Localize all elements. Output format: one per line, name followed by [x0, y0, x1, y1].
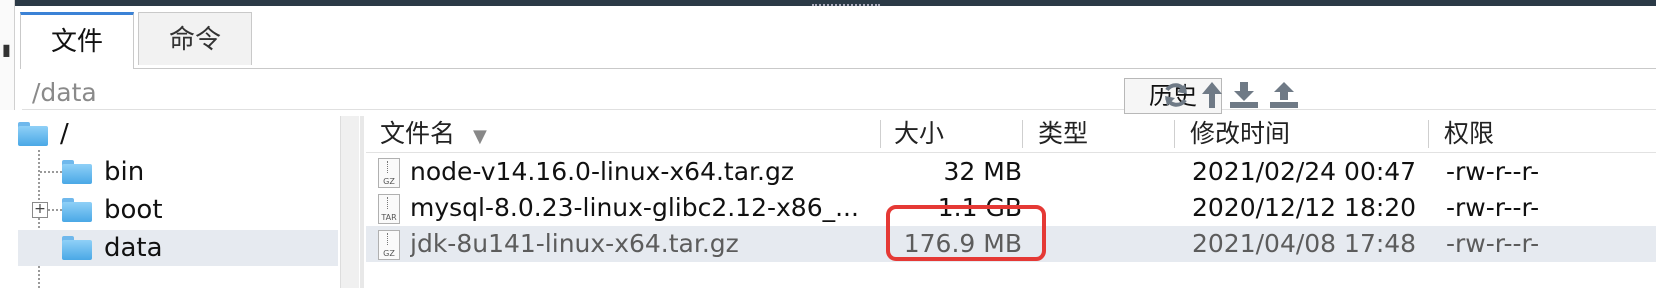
file-type — [1038, 190, 1158, 226]
file-type — [1038, 226, 1158, 262]
tab-commands[interactable]: 命令 — [138, 12, 252, 65]
tree-item-label: data — [104, 233, 163, 263]
file-list: 文件名 ▼ 大小 类型 修改时间 权限 GZ node-v14.16.0-lin… — [366, 116, 1656, 288]
tree-root[interactable]: / — [18, 116, 338, 152]
file-size: 32 MB — [943, 157, 1022, 186]
tree-guide-line — [48, 209, 62, 211]
directory-tree: / + bin boot data — [18, 116, 359, 288]
file-modified: 2021/04/08 17:48 — [1192, 229, 1417, 258]
column-header-type[interactable]: 类型 — [1038, 116, 1158, 152]
tree-item-label: bin — [104, 157, 145, 187]
panel-marker-icon: ▮ — [2, 40, 11, 59]
tab-bar: 文件 命令 — [20, 12, 1656, 69]
column-divider[interactable] — [880, 120, 881, 148]
file-modified: 2021/02/24 00:47 — [1192, 157, 1417, 186]
file-permissions: -rw-r--r- — [1446, 157, 1540, 186]
folder-icon — [62, 160, 92, 184]
download-icon[interactable] — [1228, 78, 1260, 112]
upload-icon[interactable] — [1268, 78, 1300, 112]
column-header-permissions[interactable]: 权限 — [1444, 116, 1564, 152]
path-divider — [22, 109, 1656, 110]
tree-root-label: / — [60, 119, 69, 149]
table-row[interactable]: GZ node-v14.16.0-linux-x64.tar.gz 32 MB … — [366, 154, 1656, 190]
sort-desc-icon[interactable]: ▼ — [473, 126, 487, 147]
column-header-modified[interactable]: 修改时间 — [1190, 116, 1390, 152]
column-divider[interactable] — [1428, 120, 1429, 148]
file-type — [1038, 154, 1158, 190]
tree-item-data[interactable]: data — [18, 230, 338, 266]
tree-guide-line — [40, 171, 62, 173]
column-divider[interactable] — [1174, 120, 1175, 148]
file-permissions: -rw-r--r- — [1446, 193, 1540, 222]
folder-icon — [62, 198, 92, 222]
column-divider[interactable] — [1022, 120, 1023, 148]
left-panel-edge: ▮ — [0, 0, 15, 110]
folder-icon — [62, 236, 92, 260]
header-divider — [366, 152, 1656, 153]
refresh-icon[interactable] — [1160, 78, 1192, 112]
file-name: mysql-8.0.23-linux-glibc2.12-x86_... — [410, 193, 859, 222]
tree-item-bin[interactable]: bin — [62, 154, 338, 190]
tree-scrollbar[interactable] — [340, 116, 359, 288]
up-arrow-icon[interactable] — [1196, 78, 1228, 112]
file-permissions: -rw-r--r- — [1446, 229, 1540, 258]
tab-files-label: 文件 — [50, 27, 103, 57]
tree-item-boot[interactable]: boot — [62, 192, 338, 228]
file-modified: 2020/12/12 18:20 — [1192, 193, 1417, 222]
archive-file-icon: GZ — [378, 158, 400, 188]
tab-commands-label: 命令 — [168, 25, 221, 55]
column-header-size[interactable]: 大小 — [894, 116, 1014, 152]
tab-files[interactable]: 文件 — [20, 12, 134, 69]
column-header-name[interactable]: 文件名 ▼ — [380, 116, 620, 152]
path-field[interactable]: /data — [32, 78, 97, 107]
tree-item-label: boot — [104, 195, 163, 225]
annotation-highlight-box — [886, 205, 1046, 261]
expand-toggle-icon[interactable]: + — [32, 202, 48, 218]
column-header-label: 文件名 — [380, 119, 456, 148]
pane-splitter[interactable] — [360, 116, 364, 288]
file-name: node-v14.16.0-linux-x64.tar.gz — [410, 157, 794, 186]
archive-file-icon: TAR — [378, 194, 400, 224]
folder-icon — [18, 122, 48, 146]
resize-grip[interactable] — [812, 4, 880, 10]
archive-file-icon: GZ — [378, 230, 400, 260]
file-name: jdk-8u141-linux-x64.tar.gz — [410, 229, 739, 258]
